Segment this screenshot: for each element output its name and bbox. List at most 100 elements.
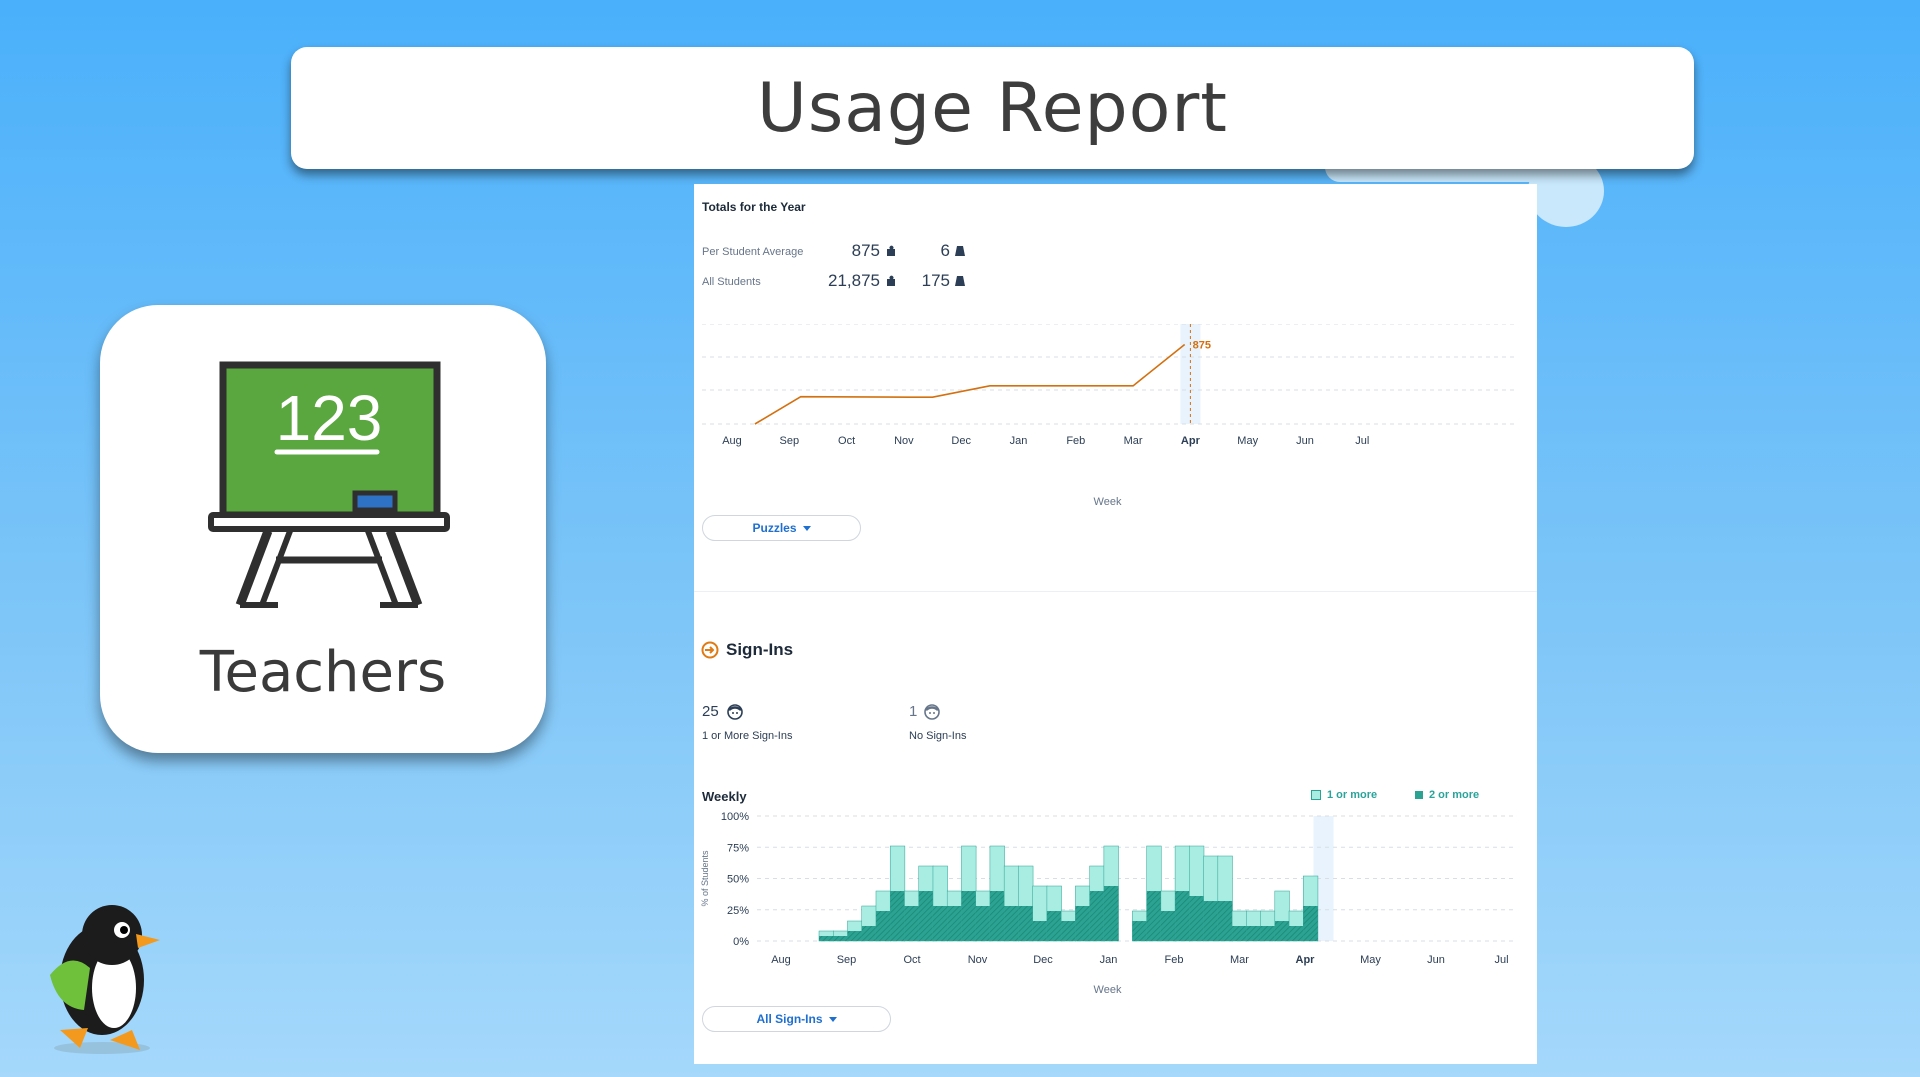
x-tick-label: Feb — [1165, 954, 1184, 966]
bar-2-or-more — [1274, 921, 1290, 941]
sign-in-icon — [701, 641, 719, 659]
signed-in-count: 25 — [702, 703, 719, 720]
bar-2-or-more — [847, 931, 863, 941]
x-tick-label: Oct — [838, 435, 855, 447]
bar-2-or-more — [989, 891, 1005, 941]
bar-2-or-more — [1217, 901, 1233, 941]
bar-2-or-more — [861, 926, 877, 941]
x-tick-label: Nov — [894, 435, 914, 447]
x-tick-label: Jul — [1494, 954, 1508, 966]
legend-2-or-more: 2 or more — [1415, 789, 1479, 801]
bar-2-or-more — [1203, 901, 1219, 941]
totals-heading: Totals for the Year — [702, 200, 806, 214]
y-tick-label: 50% — [727, 874, 749, 886]
bar-2-or-more — [1303, 906, 1318, 941]
x-tick-label: Dec — [1033, 954, 1053, 966]
x-tick-label: Sep — [780, 435, 800, 447]
x-tick-label: Jan — [1100, 954, 1118, 966]
penguin-mascot-icon — [50, 905, 160, 1054]
weekly-title: Weekly — [702, 789, 747, 804]
x-tick-label: May — [1237, 435, 1258, 447]
x-tick-label: Feb — [1066, 435, 1085, 447]
y-tick-label: 0% — [733, 936, 749, 948]
puzzles-x-axis-label: Week — [1093, 496, 1122, 508]
x-tick-label: Mar — [1230, 954, 1249, 966]
bar-2-or-more — [1175, 891, 1190, 941]
legend-swatch — [1311, 790, 1321, 800]
teachers-card: 123 Teachers — [100, 305, 546, 753]
section-divider — [694, 591, 1537, 592]
sign-ins-dropdown-label: All Sign-Ins — [756, 1012, 823, 1026]
bar-2-or-more — [975, 906, 991, 941]
bar-2-or-more — [1061, 921, 1076, 941]
bar-2-or-more — [1032, 921, 1048, 941]
teachers-label: Teachers — [199, 640, 447, 705]
bar-2-or-more — [875, 911, 891, 941]
bar-2-or-more — [1246, 926, 1261, 941]
x-tick-label: Oct — [903, 954, 920, 966]
line-value-label: 875 — [1193, 339, 1211, 351]
signins-x-axis-label: Week — [1093, 984, 1122, 996]
x-tick-label: Dec — [951, 435, 971, 447]
x-tick-label: Apr — [1296, 954, 1316, 966]
bar-2-or-more — [1289, 926, 1304, 941]
bar-2-or-more — [961, 891, 977, 941]
bar-2-or-more — [1189, 896, 1204, 941]
puzzles-dropdown[interactable]: Puzzles — [702, 515, 861, 541]
y-tick-label: 100% — [721, 811, 749, 823]
bar-2-or-more — [1046, 911, 1062, 941]
level-icon — [955, 246, 965, 256]
x-tick-label: Jun — [1296, 435, 1314, 447]
puzzles-line-chart: 875 Aug Sep Oct Nov Dec Jan Feb Mar Apr May Jun Jul — [702, 324, 1516, 447]
no-signin-label: No Sign-Ins — [909, 730, 967, 742]
y-tick-label: 25% — [727, 905, 749, 917]
bar-2-or-more — [819, 936, 834, 941]
no-signin-count: 1 — [909, 703, 918, 720]
weekly-signins-chart: 0% 25% 50% 75% 100% % of Students Aug Sep Oct Nov… — [700, 811, 1517, 966]
bar-2-or-more — [833, 936, 848, 941]
sign-ins-heading: Sign-Ins — [726, 640, 794, 659]
chevron-down-icon — [828, 1016, 837, 1022]
bar-2-or-more — [1160, 911, 1176, 941]
legend-swatch — [1415, 791, 1423, 799]
bar-2-or-more — [1103, 886, 1119, 941]
x-tick-label: Aug — [722, 435, 742, 447]
x-tick-label: Jun — [1427, 954, 1445, 966]
y-axis-label: % of Students — [700, 850, 710, 907]
title-banner: Usage Report — [291, 47, 1694, 169]
bar-2-or-more — [890, 891, 905, 941]
chevron-down-icon — [802, 525, 811, 531]
bar-2-or-more — [1146, 891, 1162, 941]
bar-2-or-more — [932, 906, 948, 941]
puzzles-line — [754, 343, 1186, 425]
student-face-icon — [924, 704, 940, 720]
y-tick-label: 75% — [727, 842, 749, 854]
page-title: Usage Report — [757, 68, 1228, 148]
bar-2-or-more — [918, 891, 934, 941]
bar-2-or-more — [947, 906, 962, 941]
bar-2-or-more — [1132, 921, 1148, 941]
bar-2-or-more — [904, 906, 920, 941]
signed-in-label: 1 or More Sign-Ins — [702, 730, 793, 742]
legend-label: 1 or more — [1327, 789, 1378, 801]
x-tick-label: Sep — [837, 954, 857, 966]
student-face-icon — [727, 704, 743, 720]
x-tick-label: Nov — [968, 954, 988, 966]
usage-report-panel: Totals for the Year Per Student Average … — [694, 184, 1537, 1064]
bar-2-or-more — [1075, 906, 1091, 941]
bar-2-or-more — [1260, 926, 1276, 941]
x-tick-label: Jan — [1010, 435, 1028, 447]
bar-2-or-more — [1018, 906, 1034, 941]
all-students-levels: 175 — [921, 271, 950, 290]
bar-2-or-more — [1089, 891, 1105, 941]
x-tick-label: Aug — [771, 954, 791, 966]
x-tick-label: Jul — [1355, 435, 1369, 447]
legend-1-or-more: 1 or more — [1311, 789, 1377, 801]
puzzles-dropdown-label: Puzzles — [752, 521, 797, 535]
board-text: 123 — [276, 382, 383, 454]
x-tick-label: May — [1360, 954, 1381, 966]
sign-ins-dropdown[interactable]: All Sign-Ins — [702, 1006, 891, 1032]
bar-2-or-more — [1004, 906, 1019, 941]
x-tick-label: Mar — [1124, 435, 1143, 447]
level-icon — [955, 276, 965, 286]
